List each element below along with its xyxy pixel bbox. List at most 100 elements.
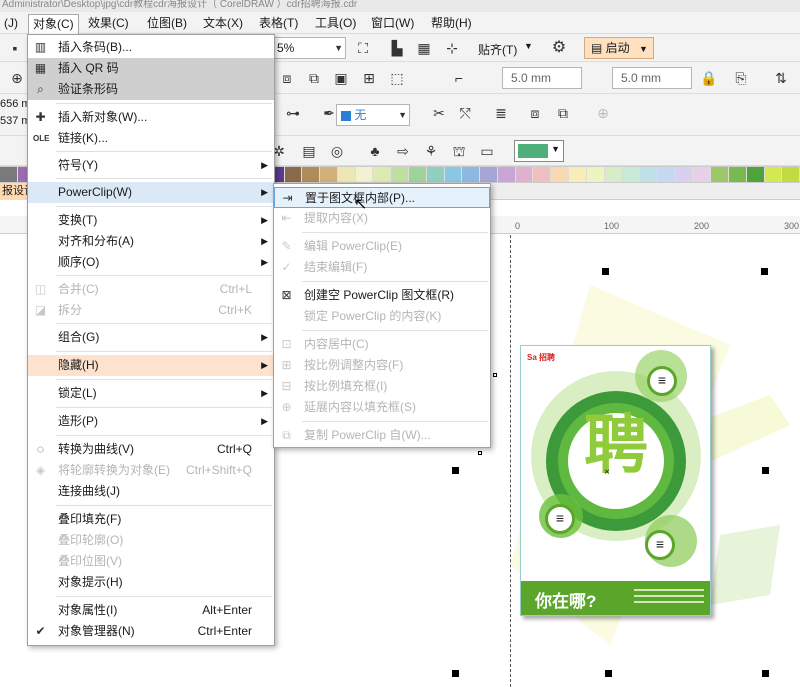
transform-icon[interactable]: ⇅ [770,67,792,89]
object-menu-item[interactable]: 隐藏(H) ▶ [28,355,274,376]
selection-handle[interactable] [452,467,459,474]
object-menu-item[interactable]: 造形(P) ▶ [28,411,274,432]
palette-swatch[interactable] [604,167,623,182]
object-menu-item[interactable]: ◌ 转换为曲线(V) Ctrl+Q [28,439,274,460]
ungroup-icon[interactable]: ⧉ [552,102,574,124]
menu-bitmaps[interactable]: 位图(B) [143,14,191,32]
rulers-icon[interactable]: ▙ [386,37,408,59]
object-menu-item[interactable]: 顺序(O) ▶ [28,252,274,273]
object-menu-item[interactable]: 组合(G) ▶ [28,327,274,348]
palette-swatch[interactable] [373,167,392,182]
flowchart-icon[interactable]: ⚘ [420,140,442,162]
callout-icon[interactable]: ▭ [476,140,498,162]
object-menu-item[interactable]: ⌕ 验证条形码 [28,79,274,100]
palette-swatch[interactable] [569,167,587,182]
paste-icon[interactable]: ⎘ [730,67,752,89]
selection-handle[interactable] [602,268,609,275]
start-button[interactable]: ▤ 启动 ▼ [584,37,654,59]
mirror-icon[interactable]: ⤲ [454,102,476,124]
palette-swatch[interactable] [320,167,338,182]
menu-object[interactable]: 对象(C) [28,14,79,34]
color-picker[interactable]: ▼ [514,140,564,162]
palette-swatch[interactable] [515,167,534,182]
align-icon[interactable]: ⧈ [276,67,298,89]
palette-swatch[interactable] [391,167,409,182]
object-menu-item[interactable]: 锁定(L) ▶ [28,383,274,404]
width-field[interactable]: 5.0 mm [502,67,582,89]
palette-swatch[interactable] [337,167,356,182]
palette-swatch[interactable] [533,167,552,182]
node-icon[interactable]: ⧉ [303,67,325,89]
snap-to-menu[interactable]: 贴齐(T) [478,41,517,58]
grid-icon[interactable]: ▦ [413,37,435,59]
object-menu-item[interactable]: 对象提示(H) [28,572,274,593]
palette-swatch[interactable] [408,167,427,182]
group-icon[interactable]: ⧈ [524,102,546,124]
selection-handle[interactable] [762,467,769,474]
new-document-icon[interactable]: ▪ [4,37,26,59]
palette-swatch[interactable] [355,167,374,182]
powerclip-menu-item[interactable]: ⇥ 置于图文框内部(P)... [274,187,490,208]
object-menu-item[interactable]: ▥ 插入条码(B)... [28,37,274,58]
object-menu-item[interactable]: 叠印填充(F) [28,509,274,530]
palette-swatch[interactable] [444,167,463,182]
add-icon[interactable]: ⊕ [592,102,614,124]
palette-swatch[interactable] [782,167,800,182]
palette-swatch[interactable] [302,167,321,182]
menu-help[interactable]: 帮助(H) [427,14,476,32]
table-icon[interactable]: ▤ [298,140,320,162]
palette-swatch[interactable] [0,167,18,182]
powerclip-menu-item[interactable]: ⊠ 创建空 PowerClip 图文框(R) [274,285,490,306]
selection-handle[interactable] [761,268,768,275]
palette-swatch[interactable] [622,167,641,182]
palette-swatch[interactable] [284,167,303,182]
palette-swatch[interactable] [729,167,747,182]
zoom-level-combo[interactable]: 5% ▼ [272,37,346,59]
palette-swatch[interactable] [426,167,445,182]
recruitment-poster[interactable]: Sa 招聘 聘 ≡ ≡ ≡ 你在哪? [520,345,711,616]
palette-swatch[interactable] [746,167,765,182]
menu-tools[interactable]: 工具(O) [311,14,360,32]
zoom-tool-icon[interactable]: ⊕ [6,67,28,89]
selection-handle[interactable] [605,670,612,677]
text-align-icon[interactable]: ≣ [490,102,512,124]
object-menu-item[interactable]: ✔ 对象管理器(N) Ctrl+Enter [28,621,274,642]
palette-swatch[interactable] [693,167,712,182]
shapes-icon[interactable]: ♣ [364,140,386,162]
menu-effects[interactable]: 效果(C) [84,14,133,32]
selection-handle[interactable] [452,670,459,677]
object-menu-item[interactable]: 对齐和分布(A) ▶ [28,231,274,252]
selection-handle[interactable] [762,670,769,677]
menu-text[interactable]: 文本(X) [199,14,247,32]
palette-swatch[interactable] [675,167,694,182]
palette-swatch[interactable] [711,167,730,182]
palette-swatch[interactable] [462,167,481,182]
height-field[interactable]: 5.0 mm [612,67,692,89]
object-menu-item[interactable]: 连接曲线(J) [28,481,274,502]
selection-handle[interactable] [478,451,482,455]
corner-icon[interactable]: ⌐ [448,67,470,89]
object-menu-item[interactable]: 符号(Y) ▶ [28,155,274,176]
fill-combo[interactable]: 无 ▼ [336,104,410,126]
menu-window[interactable]: 窗口(W) [367,14,418,32]
object-menu-item[interactable]: 对象属性(I) Alt+Enter [28,600,274,621]
full-screen-icon[interactable]: ⛶ [352,37,374,59]
lock-icon[interactable]: 🔒 [698,67,720,89]
node-edit-icon[interactable]: ⊶ [282,102,304,124]
guidelines-icon[interactable]: ⊹ [441,37,463,59]
gear-icon[interactable]: ⚙ [548,37,570,59]
page-icon[interactable]: ⬚ [386,67,408,89]
object-menu-item[interactable]: PowerClip(W) ▶ [28,182,274,203]
clear-transform-icon[interactable]: ✂ [428,102,450,124]
palette-swatch[interactable] [551,167,569,182]
object-menu-item[interactable]: 变换(T) ▶ [28,210,274,231]
selection-handle[interactable] [493,373,497,377]
document-tab[interactable]: 报设计 [0,183,30,200]
object-menu-item[interactable]: ▦ 插入 QR 码 [28,58,274,79]
palette-swatch[interactable] [764,167,783,182]
object-menu-item[interactable]: ✚ 插入新对象(W)... [28,107,274,128]
spiral-icon[interactable]: ◎ [326,140,348,162]
palette-swatch[interactable] [586,167,605,182]
selection-box-icon[interactable]: ⊞ [358,67,380,89]
palette-swatch[interactable] [497,167,516,182]
